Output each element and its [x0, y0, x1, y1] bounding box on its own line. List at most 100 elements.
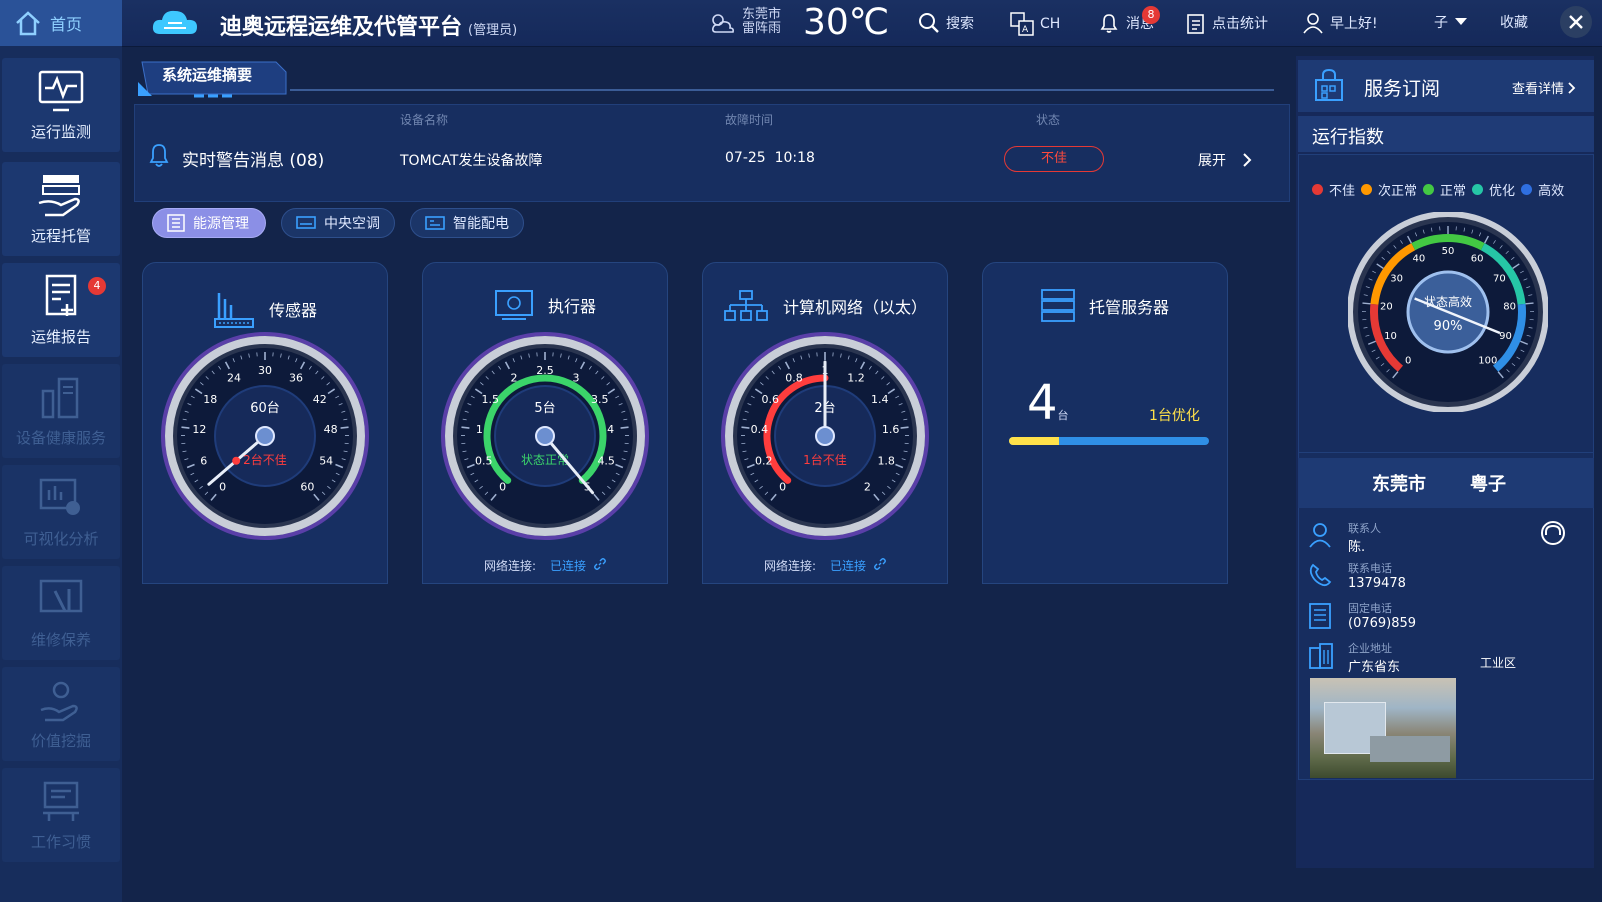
legend-label: 优化	[1489, 184, 1516, 199]
actuator-title: 执行器	[547, 297, 596, 316]
sidebar-item-visual-analysis[interactable]: 可视化分析	[2, 465, 120, 559]
gauge-hub	[815, 426, 835, 446]
user-greeting[interactable]: 早上好!	[1302, 12, 1378, 34]
gauge-sub-value: 2台不佳	[243, 452, 287, 467]
headset-icon[interactable]	[1540, 520, 1566, 546]
close-icon	[1569, 15, 1583, 29]
gauge-tick-label: 1.2	[847, 372, 865, 385]
link-icon[interactable]	[594, 558, 606, 570]
messages-button[interactable]: 消息 8	[1098, 6, 1160, 34]
phone-text: 联系电话 1379478	[1348, 560, 1468, 591]
sidebar-item-remote-hosting[interactable]: 远程托管	[2, 162, 120, 256]
alert-title: 实时警告消息 (08)	[182, 146, 324, 171]
sidebar-item-label: 工作习惯	[30, 832, 91, 851]
expand-label: 展开	[1198, 153, 1226, 169]
language-button[interactable]: A CH	[1010, 12, 1060, 36]
building-icon	[1309, 643, 1333, 669]
index-gauge-tick-label: 50	[1442, 246, 1455, 257]
index-gauge-tick-label: 20	[1380, 302, 1393, 313]
gauge-tick-label: 6	[200, 455, 207, 468]
view-details-label: 查看详情	[1512, 82, 1565, 97]
sidebar-item-label: 运行监测	[30, 122, 91, 141]
address-tail: 工业区	[1480, 656, 1517, 670]
network-card[interactable]: 计算机网络（以太） 00.20.40.60.811.21.41.61.822台1…	[702, 262, 948, 584]
gauge-tick-label: 2.5	[536, 364, 554, 377]
sidebar-item-value-mining[interactable]: 价值挖掘	[2, 667, 120, 761]
weather-desc: 雷阵雨	[742, 21, 782, 36]
tools-icon	[39, 579, 83, 612]
tab-smart-power[interactable]: 智能配电	[410, 208, 524, 238]
user-menu-dropdown[interactable]: 子	[1434, 12, 1468, 32]
search-button[interactable]: 搜索	[918, 12, 974, 34]
section-header-frame	[138, 61, 1274, 98]
gauge-tick-label: 24	[227, 372, 241, 385]
gauge-tick-label: 60	[300, 481, 314, 494]
server-progress-fill	[1009, 437, 1059, 445]
actuator-network-status: 网络连接: 已连接	[423, 557, 667, 574]
stats-button[interactable]: 点击统计	[1186, 12, 1268, 34]
network-label: 网络连接:	[763, 559, 817, 573]
gauge-tick-label: 4	[607, 423, 614, 436]
home-tab[interactable]: 首页	[0, 0, 122, 46]
power-distribution-icon	[425, 216, 445, 230]
col-status-header: 状态	[1036, 113, 1061, 127]
gauge-tick	[181, 426, 190, 429]
server-progress-bar	[1009, 437, 1209, 445]
person-icon	[1309, 523, 1331, 548]
chevron-right-icon	[1568, 81, 1576, 94]
sidebar-item-run-monitoring[interactable]: 运行监测	[2, 58, 120, 152]
gauge-tick-label: 36	[289, 372, 303, 385]
alert-label: 实时警告消息	[182, 151, 284, 171]
server-card[interactable]: 托管服务器 4台 1台优化	[982, 262, 1228, 584]
expand-button[interactable]: 展开	[1198, 150, 1252, 170]
gauge-tick-label: 3.5	[591, 393, 609, 406]
cloud-logo-icon	[152, 10, 197, 34]
app-title: 迪奥远程运维及代管平台 (管理员)	[220, 9, 517, 41]
legend-label: 不佳	[1329, 184, 1356, 199]
index-title: 运行指数	[1312, 127, 1384, 148]
app-title-text: 迪奥远程运维及代管平台	[220, 15, 463, 40]
index-gauge-tick-label: 80	[1503, 302, 1516, 313]
sensor-gauge: 06 12 18 24 30 36 42 48 54 60 60台 2台不佳	[161, 332, 369, 540]
actuator-gauge: 00.511.522.533.544.555台状态正常	[441, 332, 649, 540]
landline-value: (0769)859	[1348, 616, 1417, 631]
home-icon	[16, 11, 40, 36]
close-button[interactable]	[1560, 6, 1592, 38]
fax-icon	[1309, 603, 1331, 629]
user-icon	[1303, 13, 1323, 34]
server-card-title: 托管服务器	[983, 289, 1227, 323]
sidebar-item-work-habit[interactable]: 工作习惯	[2, 768, 120, 862]
index-gauge: 0 10 20 30 40 50 60 70 80 90 100 状态高效 90%	[1348, 212, 1548, 412]
sidebar: 运行监测 远程托管 运维报告 4 设备健康服务 可视化分析 维修保养 价值挖掘 …	[0, 46, 122, 902]
gauge-tick-label: 0.8	[785, 372, 803, 385]
favorites-label: 收藏	[1500, 15, 1528, 31]
legend-dot-normal	[1423, 184, 1435, 195]
view-details-link[interactable]: 查看详情	[1512, 78, 1576, 97]
sidebar-item-maintenance[interactable]: 维修保养	[2, 566, 120, 660]
clipboard-icon	[1187, 14, 1204, 34]
sensor-card[interactable]: 传感器 0 6 12 18 24 30 36 42 48 54 60 60台 2台不佳	[142, 262, 388, 584]
actuator-card[interactable]: 执行器 00.511.522.533.544.555台状态正常 网络连接:已连接	[422, 262, 668, 584]
network-label: 网络连接:	[483, 559, 537, 573]
sidebar-item-label: 价值挖掘	[30, 731, 91, 750]
index-gauge-tick-label: 60	[1471, 253, 1484, 264]
network-topology-icon	[724, 290, 768, 321]
link-icon[interactable]	[874, 558, 886, 570]
sidebar-item-ops-report[interactable]: 运维报告 4	[2, 263, 120, 357]
gauge-tick-label: 1.8	[877, 455, 895, 468]
svg-text:A: A	[1022, 25, 1029, 35]
tab-central-ac[interactable]: 中央空调	[281, 208, 395, 238]
sidebar-item-label: 可视化分析	[23, 529, 99, 548]
actuator-screen-icon	[494, 290, 533, 320]
phone-label: 联系电话	[1348, 562, 1392, 575]
index-legend: 不佳 次正常 正常 优化 高效	[1312, 180, 1564, 199]
favorites-button[interactable]: 收藏	[1500, 12, 1528, 32]
legend-dot-poor	[1312, 184, 1323, 195]
tab-energy[interactable]: 能源管理	[152, 208, 266, 238]
subscription-title: 服务订阅	[1364, 78, 1441, 100]
network-title: 计算机网络（以太）	[782, 298, 927, 317]
network-status-value: 已连接	[830, 559, 867, 573]
network-network-status: 网络连接: 已连接	[703, 557, 947, 574]
phone-value: 1379478	[1348, 576, 1406, 591]
sidebar-item-device-health[interactable]: 设备健康服务	[2, 364, 120, 458]
